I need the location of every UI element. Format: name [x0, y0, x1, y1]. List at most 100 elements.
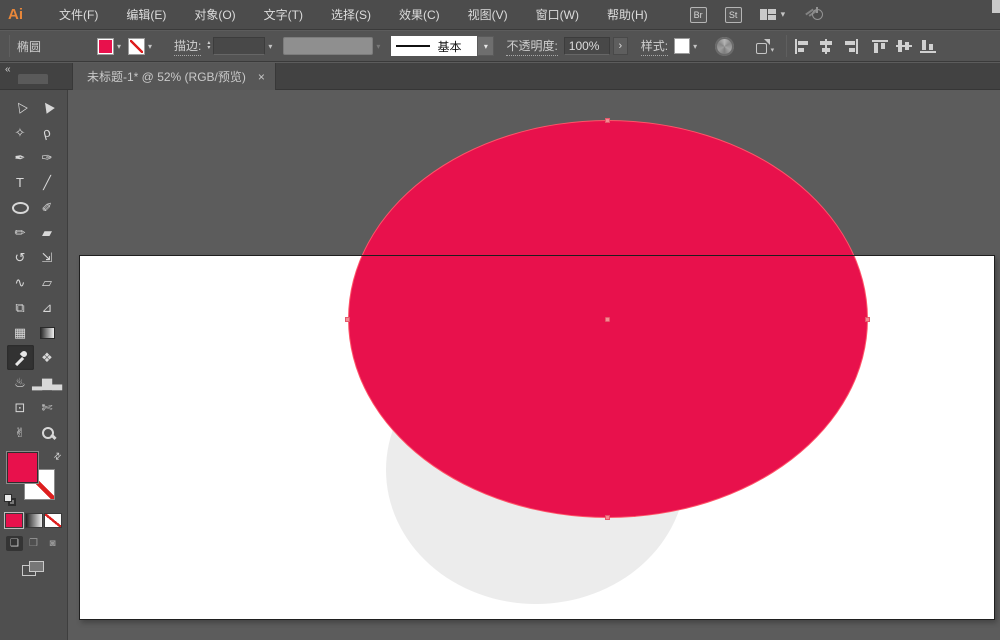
chevron-down-icon: ▾	[780, 9, 786, 19]
color-button[interactable]	[4, 512, 24, 529]
menu-view[interactable]: 视图(V)	[454, 0, 522, 30]
scale-tool[interactable]: ⇲	[34, 245, 61, 270]
brush-definition-dropdown[interactable]: 基本 ▾	[391, 36, 495, 56]
stroke-weight-stepper[interactable]: ▴ ▾	[207, 40, 210, 51]
selection-icon: ▷	[10, 99, 30, 116]
mesh-icon: ▦	[13, 325, 27, 340]
menubar-right: Br St ▾	[689, 6, 826, 23]
chevron-down-icon[interactable]: ▾	[148, 42, 152, 51]
menu-object[interactable]: 对象(O)	[180, 0, 249, 30]
selection-tool[interactable]: ▷	[7, 95, 34, 120]
mesh-tool[interactable]: ▦	[7, 320, 34, 345]
stock-button[interactable]: St	[724, 6, 742, 23]
paint-style-buttons	[4, 512, 62, 529]
align-top-icon[interactable]	[872, 39, 889, 54]
chevron-down-icon[interactable]: ▾	[117, 42, 121, 51]
menu-file[interactable]: 文件(F)	[45, 0, 112, 30]
align-right-icon[interactable]	[842, 38, 859, 54]
ellipse-tool[interactable]	[7, 195, 34, 220]
width-icon: ∿	[14, 275, 26, 290]
type-tool[interactable]: T	[7, 170, 34, 195]
menu-help[interactable]: 帮助(H)	[593, 0, 662, 30]
chevron-down-icon[interactable]: ▾	[268, 42, 272, 51]
eraser-tool[interactable]: ▰	[34, 220, 61, 245]
free-transform-tool[interactable]: ▱	[34, 270, 61, 295]
pen-tool[interactable]: ✒	[7, 145, 34, 170]
none-button[interactable]	[44, 513, 62, 528]
blend-tool[interactable]: ❖	[34, 345, 61, 370]
eyedropper-tool[interactable]	[6, 345, 34, 370]
align-to-selection-icon[interactable]: ▾	[756, 38, 774, 54]
graphic-style-swatch[interactable]	[674, 38, 691, 54]
symbol-sprayer-icon: ♨	[14, 375, 26, 390]
shape-builder-tool[interactable]: ⧉	[7, 295, 34, 320]
draw-inside-button[interactable]: ◙	[44, 536, 61, 551]
menu-type[interactable]: 文字(T)	[250, 0, 317, 30]
shape-builder-icon: ⧉	[15, 300, 25, 315]
gradient-button[interactable]	[24, 513, 43, 528]
collapse-panel-button[interactable]: «	[5, 64, 10, 75]
default-fill-stroke-icon[interactable]	[4, 494, 16, 506]
gpu-performance-icon[interactable]	[805, 6, 825, 23]
stroke-color-swatch[interactable]	[128, 37, 146, 55]
paintbrush-tool[interactable]: ✐	[34, 195, 61, 220]
fill-proxy-swatch[interactable]	[7, 452, 38, 483]
anchor-point-left[interactable]	[345, 317, 350, 322]
curvature-tool[interactable]: ✑	[34, 145, 61, 170]
bridge-button[interactable]: Br	[689, 6, 707, 23]
draw-behind-button[interactable]: ❒	[25, 536, 42, 551]
column-graph-tool[interactable]: ▂▆▃	[32, 370, 62, 395]
opacity-label[interactable]: 不透明度:	[506, 37, 558, 56]
perspective-grid-tool[interactable]: ⊿	[34, 295, 61, 320]
align-left-icon[interactable]	[794, 38, 811, 54]
free-transform-icon: ▱	[42, 275, 52, 290]
zoom-tool[interactable]	[34, 420, 61, 445]
gradient-tool[interactable]	[34, 320, 61, 345]
variable-width-profile-field	[283, 37, 374, 55]
chevron-down-icon[interactable]: ▾	[693, 42, 697, 51]
width-tool[interactable]: ∿	[7, 270, 34, 295]
window-corner-sliver	[992, 0, 1000, 13]
anchor-point-bottom[interactable]	[605, 515, 610, 520]
document-tab[interactable]: 未标题-1* @ 52% (RGB/预览) ×	[72, 63, 276, 90]
draw-normal-button[interactable]: ❑	[6, 536, 23, 551]
slice-tool[interactable]: ✄	[34, 395, 61, 420]
stroke-weight-field[interactable]	[213, 37, 266, 55]
opacity-field[interactable]: 100%	[563, 37, 610, 55]
line-segment-tool[interactable]: ╱	[34, 170, 61, 195]
magic-wand-tool[interactable]: ✧	[7, 120, 34, 145]
opacity-next-button[interactable]: ›	[612, 37, 628, 55]
stroke-weight-label[interactable]: 描边:	[174, 37, 202, 56]
ellipse-center-point[interactable]	[605, 317, 610, 322]
rotate-tool[interactable]: ↺	[7, 245, 34, 270]
menu-edit[interactable]: 编辑(E)	[112, 0, 180, 30]
artboard-tool[interactable]: ⊡	[7, 395, 34, 420]
align-center-horizontal-icon[interactable]	[818, 38, 835, 54]
menu-window[interactable]: 窗口(W)	[522, 0, 593, 30]
pencil-tool[interactable]: ✏	[7, 220, 34, 245]
screen-mode-button[interactable]	[21, 561, 46, 578]
symbol-sprayer-tool[interactable]: ♨	[7, 370, 34, 395]
recolor-artwork-icon[interactable]	[715, 36, 735, 56]
fill-color-swatch[interactable]	[97, 37, 115, 55]
anchor-point-right[interactable]	[865, 317, 870, 322]
hand-tool[interactable]: ✌	[7, 420, 34, 445]
swap-fill-stroke-icon[interactable]: ⇄	[52, 450, 65, 463]
style-label[interactable]: 样式:	[640, 37, 669, 56]
curvature-icon: ✑	[41, 150, 53, 165]
tools-panel: ▷ ▶ ✧ ρ ✒ ✑ T ╱ ✐ ✏ ▰ ↺ ⇲ ∿ ▱ ⧉ ⊿ ▦ ❖ ♨ ▂▆▃ ⊡ ✄ ✌ ⇄ ❑ ❒ ◙	[0, 90, 68, 640]
app-logo: Ai	[8, 6, 23, 23]
direct-selection-tool[interactable]: ▶	[34, 95, 61, 120]
gradient-icon	[39, 326, 55, 339]
tools-panel-grip[interactable]	[18, 74, 48, 84]
align-bottom-icon[interactable]	[920, 39, 937, 54]
workspace-switcher[interactable]: ▾	[759, 8, 786, 21]
lasso-tool[interactable]: ρ	[34, 120, 61, 145]
anchor-point-top[interactable]	[605, 118, 610, 123]
chevron-down-icon[interactable]: ▾	[477, 36, 495, 56]
menu-select[interactable]: 选择(S)	[317, 0, 385, 30]
close-icon[interactable]: ×	[258, 70, 265, 84]
menu-effect[interactable]: 效果(C)	[385, 0, 454, 30]
align-center-vertical-icon[interactable]	[896, 39, 913, 54]
align-buttons	[787, 38, 937, 54]
